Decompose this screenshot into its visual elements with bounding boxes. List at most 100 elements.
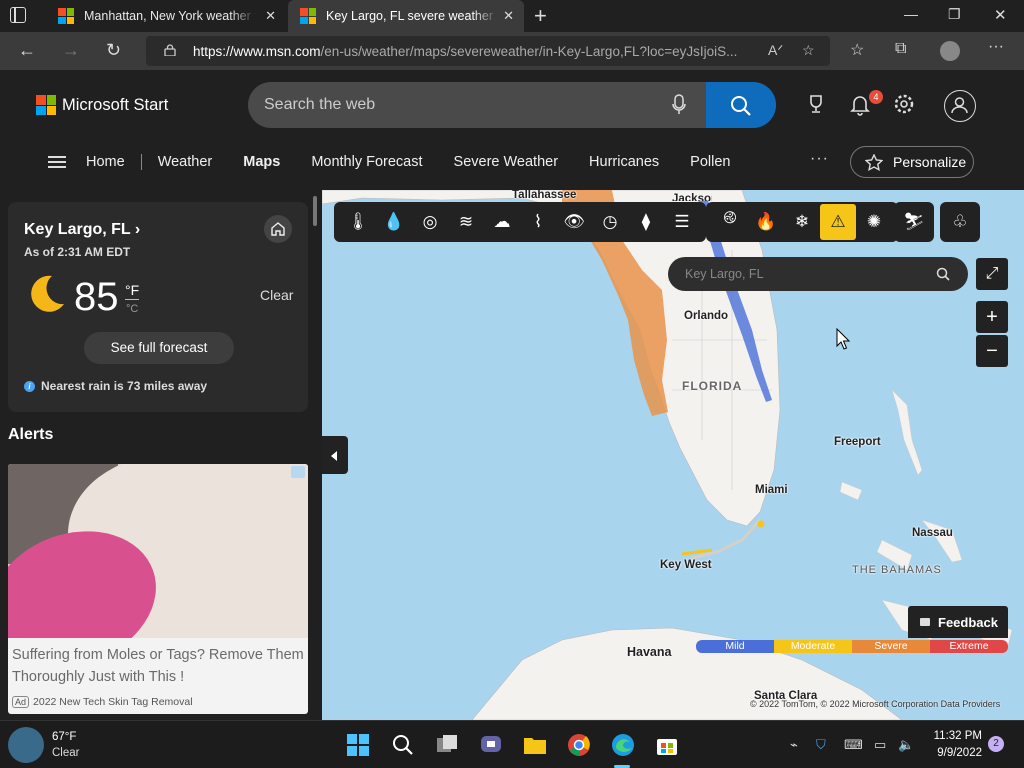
tab-actions-icon[interactable] [10, 7, 26, 23]
zoom-in-button[interactable]: + [976, 301, 1008, 333]
sponsored-ad[interactable]: Suffering from Moles or Tags? Remove The… [8, 464, 308, 714]
nav-severe-weather[interactable]: Severe Weather [454, 154, 559, 170]
personalize-button[interactable]: Personalize [850, 146, 974, 178]
favorites-icon[interactable]: ☆ [850, 40, 864, 60]
tree-layer-button[interactable]: ♧ [940, 202, 980, 242]
feedback-button[interactable]: Feedback [908, 606, 1008, 638]
see-full-forecast-button[interactable]: See full forecast [84, 332, 234, 364]
earthquake-layer-icon[interactable]: ✺ [856, 204, 892, 240]
nav-hurricanes[interactable]: Hurricanes [589, 154, 659, 170]
tab-close-icon[interactable]: ✕ [265, 8, 276, 24]
tray-defender-shield-icon[interactable]: ⛉ [816, 737, 826, 753]
severe-weather-map[interactable]: 🌡 💧 ◎ ≋ ☁ ⌇ 👁 ◷ ⧫ ☰ ࿋ 🔥 ❄ ⚠ ✺ ⛷ ♧ Key La… [322, 190, 1024, 720]
set-home-button[interactable] [264, 215, 292, 243]
unit-celsius[interactable]: °C [126, 303, 138, 315]
tab-title: Key Largo, FL severe weather | MSN Weath… [326, 9, 498, 23]
microsoft-store-icon[interactable] [654, 732, 680, 758]
visibility-layer-icon[interactable]: 👁 [556, 204, 592, 240]
wildfire-layer-icon[interactable]: 🔥 [748, 204, 784, 240]
hamburger-menu-icon[interactable] [48, 156, 66, 168]
map-copyright[interactable]: © 2022 TomTom, © 2022 Microsoft Corporat… [750, 699, 1000, 709]
window-close-icon[interactable]: ✕ [994, 6, 1007, 24]
settings-gear-icon[interactable] [894, 94, 914, 114]
web-search-input[interactable]: Search the web [248, 82, 776, 128]
restore-icon[interactable]: ❐ [948, 6, 961, 23]
humidity-layer-icon[interactable]: ⌇ [520, 204, 556, 240]
map-location-search[interactable]: Key Largo, FL [668, 257, 968, 291]
more-nav-icon[interactable]: ··· [810, 150, 829, 168]
zoom-out-button[interactable]: − [976, 335, 1008, 367]
back-icon[interactable]: ← [18, 40, 36, 61]
tray-network-off-icon[interactable]: ⌁ [790, 737, 798, 753]
taskbar-temperature[interactable]: 67°F [52, 731, 76, 743]
unit-fahrenheit[interactable]: °F [125, 282, 140, 300]
nav-home[interactable]: Home [86, 154, 125, 170]
search-icon[interactable] [390, 732, 416, 758]
nav-weather[interactable]: Weather [158, 154, 213, 170]
nav-monthly-forecast[interactable]: Monthly Forecast [311, 154, 422, 170]
teams-chat-icon[interactable] [478, 732, 504, 758]
severe-alert-layer-icon[interactable]: ⚠ [820, 204, 856, 240]
notifications-bell-icon[interactable] [850, 94, 870, 116]
edge-browser-icon[interactable] [610, 732, 636, 758]
panel-scrollbar[interactable] [313, 196, 317, 226]
taskbar-clock-date[interactable]: 9/9/2022 [932, 747, 982, 759]
tab-close-icon[interactable]: ✕ [503, 8, 514, 24]
tray-volume-icon[interactable]: 🔈 [898, 737, 914, 753]
chrome-icon[interactable] [566, 732, 592, 758]
temperature-layer-icon[interactable]: 🌡 [340, 204, 376, 240]
pollen-layer-icon[interactable]: ⧫ [628, 204, 664, 240]
radar-layer-icon[interactable]: ◎ [412, 204, 448, 240]
ad-headline[interactable]: Suffering from Moles or Tags? Remove The… [12, 644, 304, 688]
personalize-label: Personalize [893, 154, 967, 170]
ski-layer-button[interactable]: ⛷ [894, 202, 934, 242]
settings-more-icon[interactable]: ··· [988, 38, 1004, 56]
microphone-icon[interactable] [672, 94, 686, 116]
read-aloud-icon[interactable]: Aᐟ [768, 42, 783, 59]
map-label-florida: FLORIDA [682, 379, 743, 393]
winter-layer-icon[interactable]: ❄ [784, 204, 820, 240]
precipitation-layer-icon[interactable]: 💧 [376, 204, 412, 240]
address-bar-row: ← → ↻ https://www.msn.com/en-us/weather/… [0, 32, 1024, 70]
star-edit-icon [865, 154, 883, 172]
notification-badge: 4 [869, 90, 883, 104]
new-tab-icon[interactable]: + [534, 3, 547, 29]
nav-pollen[interactable]: Pollen [690, 154, 730, 170]
tray-display-icon[interactable]: ▭ [874, 737, 886, 753]
brand-logo[interactable]: Microsoft Start [36, 95, 168, 115]
collapse-panel-button[interactable] [322, 436, 348, 474]
wind-layer-icon[interactable]: ≋ [448, 204, 484, 240]
tab-manhattan-weather[interactable]: Manhattan, New York weather forecast ✕ [46, 0, 286, 32]
forward-icon[interactable]: → [62, 40, 80, 61]
current-weather-card: Key Largo, FL › As of 2:31 AM EDT 85 °F … [8, 202, 308, 412]
air-quality-layer-icon[interactable]: ☰ [664, 204, 700, 240]
taskbar-weather-icon[interactable] [8, 727, 44, 763]
fullscreen-button[interactable]: ⤢ [976, 258, 1008, 290]
main-nav: Home Weather Maps Monthly Forecast Sever… [48, 152, 761, 172]
user-icon [951, 97, 968, 114]
rewards-trophy-icon[interactable] [806, 94, 826, 114]
start-windows-icon[interactable] [345, 732, 371, 758]
search-button[interactable] [706, 82, 776, 128]
collections-icon[interactable]: ⧉ [895, 40, 906, 58]
chevron-right-icon: › [134, 221, 141, 238]
notification-center-badge[interactable]: 2 [988, 736, 1004, 752]
add-favorite-icon[interactable]: ☆ [802, 42, 815, 59]
hurricane-layer-icon[interactable]: ࿋ [712, 204, 748, 240]
taskbar-clock-time[interactable]: 11:32 PM [932, 730, 982, 742]
pressure-layer-icon[interactable]: ◷ [592, 204, 628, 240]
adchoices-icon[interactable] [291, 466, 305, 478]
profile-avatar-icon[interactable] [940, 41, 960, 61]
tab-key-largo-weather[interactable]: Key Largo, FL severe weather | MSN Weath… [288, 0, 524, 32]
taskbar-condition[interactable]: Clear [52, 747, 79, 759]
nav-maps[interactable]: Maps [243, 154, 280, 170]
tray-keyboard-icon[interactable]: ⌨ [844, 737, 863, 753]
user-avatar[interactable] [944, 90, 976, 122]
file-explorer-icon[interactable] [522, 732, 548, 758]
task-view-icon[interactable] [434, 732, 460, 758]
url-field[interactable]: https://www.msn.com/en-us/weather/maps/s… [146, 36, 830, 66]
cloud-layer-icon[interactable]: ☁ [484, 204, 520, 240]
minimize-icon[interactable]: — [904, 6, 918, 22]
location-title[interactable]: Key Largo, FL › [24, 221, 140, 239]
refresh-icon[interactable]: ↻ [106, 40, 121, 61]
